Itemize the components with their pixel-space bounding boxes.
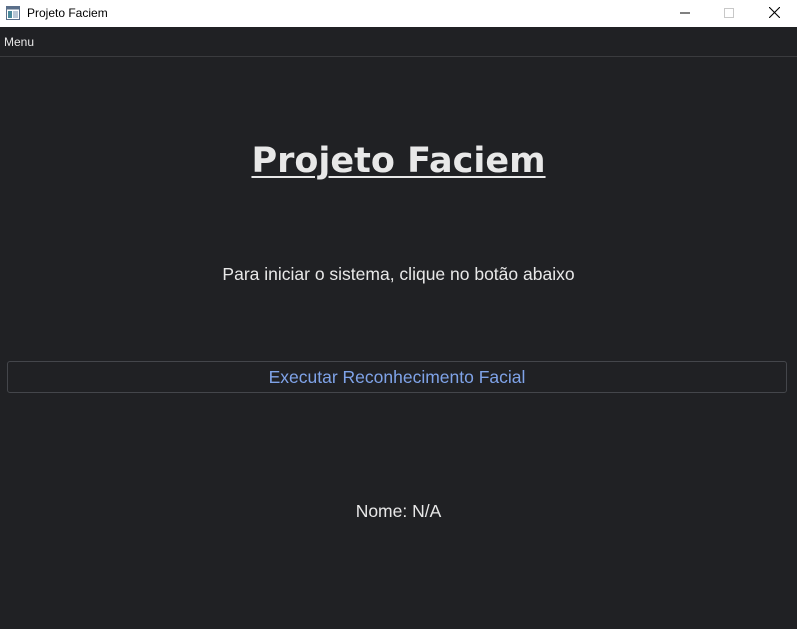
menu-bar: Menu (0, 27, 797, 57)
run-facial-recognition-button[interactable]: Executar Reconhecimento Facial (7, 361, 787, 393)
instruction-text: Para iniciar o sistema, clique no botão … (222, 264, 575, 284)
name-value: N/A (412, 501, 442, 521)
title-bar[interactable]: Projeto Faciem (0, 0, 797, 27)
close-icon (768, 5, 780, 23)
maximize-icon (724, 5, 734, 23)
name-display: Nome: N/A (0, 499, 797, 523)
name-label: Nome: (355, 501, 408, 521)
app-window: Projeto Faciem Menu Projeto Faciem Para … (0, 0, 797, 629)
close-button[interactable] (752, 0, 796, 27)
page-title: Projeto Faciem (251, 141, 546, 181)
app-icon (6, 6, 20, 20)
maximize-button[interactable] (707, 0, 751, 27)
run-button-label: Executar Reconhecimento Facial (268, 366, 526, 387)
menu-item-menu[interactable]: Menu (4, 35, 34, 49)
window-title: Projeto Faciem (27, 6, 108, 20)
minimize-icon (680, 5, 690, 23)
minimize-button[interactable] (663, 0, 707, 27)
